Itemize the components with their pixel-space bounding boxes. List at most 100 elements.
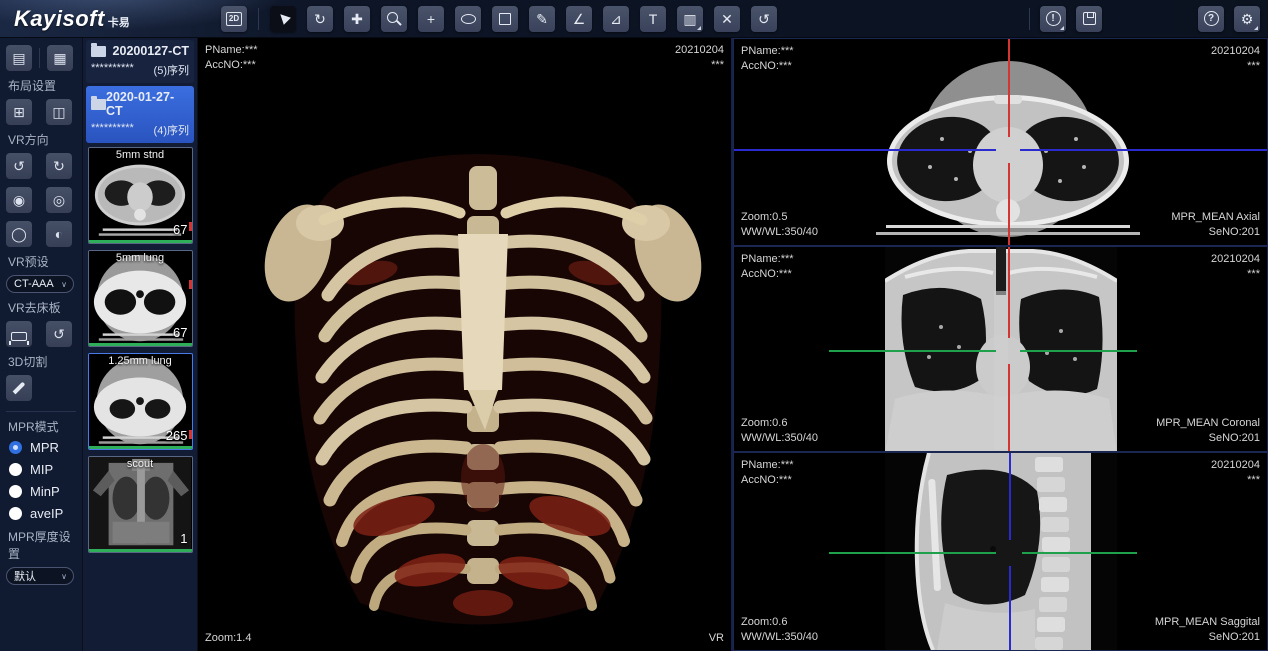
help-icon: ?: [1204, 11, 1219, 26]
coronal-overlay-top-left: PName:*** AccNO:***: [741, 252, 794, 282]
sidebar-separator: [39, 48, 40, 68]
crosshair-vertical-red[interactable]: [1008, 247, 1010, 338]
crosshair-vertical-blue[interactable]: [1009, 566, 1011, 650]
crosshair-horizontal-green[interactable]: [1020, 350, 1137, 352]
head-rotate-right-icon: ↻: [53, 158, 65, 175]
app-window: Kayisoft 卡易 2D ▶ ↻ ✚ + ✎ ∠ ⊿ T ▥ ✕ ↺ !: [0, 0, 1268, 651]
radio-mpr[interactable]: MPR: [9, 440, 76, 455]
thumbnail-image-count: 1: [180, 531, 187, 546]
zoom-in-button[interactable]: [381, 6, 407, 32]
crosshair-vertical-blue[interactable]: [1009, 453, 1011, 540]
vr-bottom-view-button[interactable]: ◐: [46, 221, 72, 247]
crosshair-vertical-red[interactable]: [1008, 364, 1010, 451]
text-annotation-button[interactable]: T: [640, 6, 666, 32]
sagittal-viewport[interactable]: PName:*** AccNO:*** 20210204 *** Zoom:0.…: [733, 452, 1268, 651]
window-level-button[interactable]: ▥: [677, 6, 703, 32]
angle-measure-button[interactable]: ∠: [566, 6, 592, 32]
ellipse-roi-button[interactable]: [455, 6, 481, 32]
crosshair-horizontal-green[interactable]: [829, 350, 996, 352]
study-title: 20200127-CT: [113, 44, 189, 58]
delete-annotation-button[interactable]: ✕: [714, 6, 740, 32]
rect-roi-button[interactable]: [492, 6, 518, 32]
mpr-thickness-select[interactable]: 默认 ∨: [6, 567, 74, 585]
3d-cut-button[interactable]: [6, 375, 32, 401]
view-type-text: MPR_MEAN Saggital: [1155, 615, 1260, 630]
study-item-2-selected[interactable]: 2020-01-27-CT ********** (4)序列: [86, 86, 194, 143]
close-icon: ✕: [721, 12, 733, 26]
vr-rotate-right-button[interactable]: ↻: [46, 153, 72, 179]
crosshair-vertical-red[interactable]: [1008, 39, 1010, 137]
series-thumbnail-125mm-lung[interactable]: 1.25mm lung 265: [88, 353, 193, 450]
crosshair-horizontal-green[interactable]: [1022, 552, 1137, 554]
zoom-factor-text: Zoom:0.6: [741, 416, 818, 431]
series-panel-toggle-button[interactable]: ▤: [6, 45, 32, 71]
radio-button-icon: [9, 485, 22, 498]
crosshair-horizontal-green[interactable]: [829, 552, 996, 554]
coronal-overlay-bottom-right: MPR_MEAN Coronal SeNO:201: [1156, 416, 1260, 446]
info-button[interactable]: !: [1040, 6, 1066, 32]
reset-view-button[interactable]: ↺: [751, 6, 777, 32]
length-measure-button[interactable]: ✎: [529, 6, 555, 32]
pan-icon: ✚: [351, 12, 363, 26]
pencil-ruler-icon: ✎: [536, 12, 548, 26]
crosshair-icon: +: [427, 12, 435, 26]
tool-group-secondary: !: [1029, 6, 1102, 32]
report-panel-button[interactable]: ▦: [47, 45, 73, 71]
save-button[interactable]: [1076, 6, 1102, 32]
vr-rotate-left-button[interactable]: ↺: [6, 153, 32, 179]
report-icon: ▦: [53, 50, 66, 67]
crosshair-horizontal-blue[interactable]: [734, 149, 996, 151]
magnifier-icon: [387, 12, 398, 23]
series-thumbnail-5mm-stnd[interactable]: 5mm stnd 67: [88, 147, 193, 244]
series-thumbnail-5mm-lung[interactable]: 5mm lung 67: [88, 250, 193, 347]
study-series-count: (5)序列: [154, 62, 189, 78]
vr-back-view-button[interactable]: ◎: [46, 187, 72, 213]
settings-button[interactable]: ⚙: [1234, 6, 1260, 32]
sagittal-overlay-bottom-left: Zoom:0.6 WW/WL:350/40: [741, 615, 818, 645]
radio-minp[interactable]: MinP: [9, 484, 76, 499]
thumbnail-image-count: 67: [173, 222, 187, 237]
accession-number-text: AccNO:***: [741, 473, 794, 488]
vr-viewport[interactable]: PName:*** AccNO:*** 20210204 *** Zoom:1.…: [198, 38, 733, 651]
radio-aveip[interactable]: aveIP: [9, 506, 76, 521]
coronal-viewport[interactable]: PName:*** AccNO:*** 20210204 *** Zoom:0.…: [733, 246, 1268, 452]
thumbnail-image-count: 67: [173, 325, 187, 340]
help-button[interactable]: ?: [1198, 6, 1224, 32]
coronal-ct-image: [885, 247, 1117, 451]
logo-text: Kayisoft: [14, 6, 105, 32]
patient-name-text: PName:***: [741, 458, 794, 473]
folder-open-icon: [91, 99, 106, 110]
head-rotate-left-icon: ↺: [13, 158, 25, 175]
crosshair-vertical-red[interactable]: [1008, 163, 1010, 245]
axial-viewport[interactable]: PName:*** AccNO:*** 20210204 *** Zoom:0.…: [733, 38, 1268, 246]
layout-split-button[interactable]: ◫: [46, 99, 72, 125]
cobb-angle-button[interactable]: ⊿: [603, 6, 629, 32]
vr-preset-select[interactable]: CT-AAA ∨: [6, 275, 74, 293]
slice-position-tick: [189, 430, 192, 439]
radio-label: MIP: [30, 462, 53, 477]
app-logo: Kayisoft 卡易: [0, 6, 205, 32]
crosshair-horizontal-blue[interactable]: [1020, 149, 1267, 151]
layout-grid-icon: ⊞: [13, 104, 25, 121]
vr-front-view-button[interactable]: ◉: [6, 187, 32, 213]
layout-split-icon: ◫: [52, 104, 65, 121]
thumbnail-label: 5mm stnd: [89, 149, 192, 161]
study-patient-masked: **********: [91, 122, 134, 138]
2d-view-button[interactable]: 2D: [221, 6, 247, 32]
radio-mip[interactable]: MIP: [9, 462, 76, 477]
vr-volume-render: [198, 38, 733, 651]
series-thumbnail-scout[interactable]: scout 1: [88, 456, 193, 553]
body-back-icon: ◐: [55, 226, 63, 242]
toolbar-separator: [1029, 8, 1030, 30]
crosshair-tool-button[interactable]: +: [418, 6, 444, 32]
masked-text: ***: [1211, 267, 1260, 282]
radio-button-icon: [9, 507, 22, 520]
layout-grid-button[interactable]: ⊞: [6, 99, 32, 125]
vr-top-view-button[interactable]: ◯: [6, 221, 32, 247]
remove-bed-reset-button[interactable]: ↺: [46, 321, 72, 347]
pointer-tool-button[interactable]: ▶: [270, 6, 296, 32]
remove-bed-button[interactable]: [6, 321, 32, 347]
pan-tool-button[interactable]: ✚: [344, 6, 370, 32]
study-item-1[interactable]: 20200127-CT ********** (5)序列: [86, 40, 194, 83]
rotate-3d-button[interactable]: ↻: [307, 6, 333, 32]
